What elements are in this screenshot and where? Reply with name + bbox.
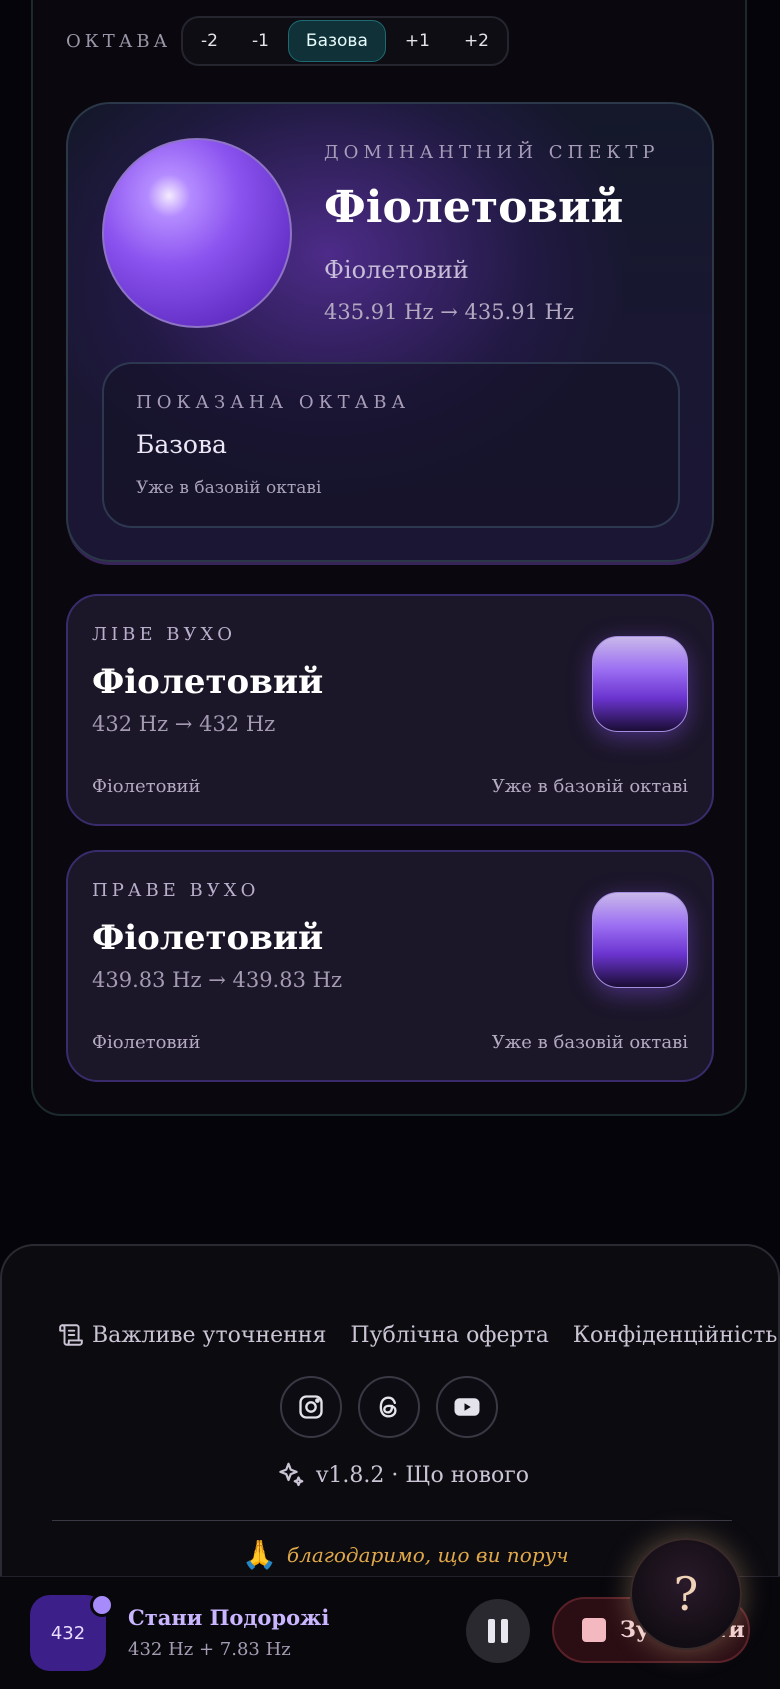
player-title[interactable]: Стани Подорожі	[128, 1605, 329, 1630]
dominant-frequency: 435.91 Hz → 435.91 Hz	[324, 300, 575, 324]
important-note-link[interactable]: Важливе уточнення	[58, 1322, 326, 1348]
left-ear-color-swatch	[592, 636, 688, 732]
right-ear-color-name: Фіолетовий	[92, 1032, 201, 1053]
shown-octave-label: ПОКАЗАНА ОКТАВА	[136, 392, 411, 413]
youtube-button[interactable]	[436, 1376, 498, 1438]
left-ear-octave-note: Уже в базовій октаві	[491, 776, 688, 797]
footer-divider	[52, 1520, 732, 1521]
footer-links: Важливе уточнення Публічна оферта Конфід…	[58, 1322, 777, 1348]
privacy-link[interactable]: Конфіденційність	[573, 1323, 777, 1348]
player-subtitle: 432 Hz + 7.83 Hz	[128, 1639, 291, 1660]
color-orb	[102, 138, 292, 328]
right-ear-eyebrow: ПРАВЕ ВУХО	[92, 880, 260, 901]
octave-minus-1-button[interactable]: -1	[237, 21, 284, 61]
pause-button[interactable]	[466, 1599, 530, 1663]
stop-icon	[582, 1618, 606, 1642]
threads-icon	[379, 1396, 397, 1418]
left-ear-color-name: Фіолетовий	[92, 776, 201, 797]
dominant-color-subtitle: Фіолетовий	[324, 256, 469, 284]
public-offer-link[interactable]: Публічна оферта	[350, 1323, 549, 1348]
dominant-color-title: Фіолетовий	[324, 182, 624, 233]
octave-label: ОКТАВА	[66, 30, 172, 52]
thanks-text: благодаримо, що ви поруч	[286, 1542, 569, 1567]
praying-hands-icon: 🙏	[242, 1538, 277, 1571]
shown-octave-value: Базова	[136, 430, 227, 459]
left-ear-color-title: Фіолетовий	[92, 662, 324, 702]
youtube-icon	[454, 1398, 480, 1416]
version-whats-new[interactable]: v1.8.2 · Що нового	[276, 1460, 529, 1490]
pause-icon	[488, 1619, 495, 1643]
help-button[interactable]: ?	[630, 1538, 742, 1650]
player-status-dot	[90, 1593, 114, 1617]
scroll-icon	[59, 1324, 83, 1346]
threads-button[interactable]	[358, 1376, 420, 1438]
shown-octave-box: ПОКАЗАНА ОКТАВА Базова Уже в базовій окт…	[102, 362, 680, 528]
shown-octave-note: Уже в базовій октаві	[136, 478, 322, 498]
right-ear-color-title: Фіолетовий	[92, 918, 324, 958]
social-links	[280, 1376, 498, 1438]
dominant-eyebrow: ДОМІНАНТНИЙ СПЕКТР	[324, 142, 660, 163]
octave-base-button[interactable]: Базова	[287, 20, 386, 62]
question-mark-icon: ?	[673, 1567, 699, 1621]
right-ear-octave-note: Уже в базовій октаві	[491, 1032, 688, 1053]
instagram-icon	[299, 1395, 323, 1419]
left-ear-card: ЛІВЕ ВУХО Фіолетовий 432 Hz → 432 Hz Фіо…	[66, 594, 714, 826]
right-ear-frequency: 439.83 Hz → 439.83 Hz	[92, 968, 343, 992]
dominant-spectrum-card: ДОМІНАНТНИЙ СПЕКТР Фіолетовий Фіолетовий…	[66, 102, 714, 562]
sparkles-icon	[279, 1462, 304, 1487]
version-label: v1.8.2 · Що нового	[316, 1462, 530, 1488]
octave-minus-2-button[interactable]: -2	[186, 21, 233, 61]
octave-plus-1-button[interactable]: +1	[390, 21, 445, 61]
thanks-message: 🙏 благодаримо, що ви поруч	[242, 1538, 569, 1571]
octave-plus-2-button[interactable]: +2	[449, 21, 504, 61]
right-ear-card: ПРАВЕ ВУХО Фіолетовий 439.83 Hz → 439.83…	[66, 850, 714, 1082]
important-note-label: Важливе уточнення	[92, 1322, 327, 1348]
right-ear-color-swatch	[592, 892, 688, 988]
instagram-button[interactable]	[280, 1376, 342, 1438]
left-ear-frequency: 432 Hz → 432 Hz	[92, 712, 276, 736]
octave-selector: ОКТАВА -2 -1 Базова +1 +2	[66, 12, 509, 70]
left-ear-eyebrow: ЛІВЕ ВУХО	[92, 624, 237, 645]
octave-segmented-control: -2 -1 Базова +1 +2	[181, 16, 509, 66]
